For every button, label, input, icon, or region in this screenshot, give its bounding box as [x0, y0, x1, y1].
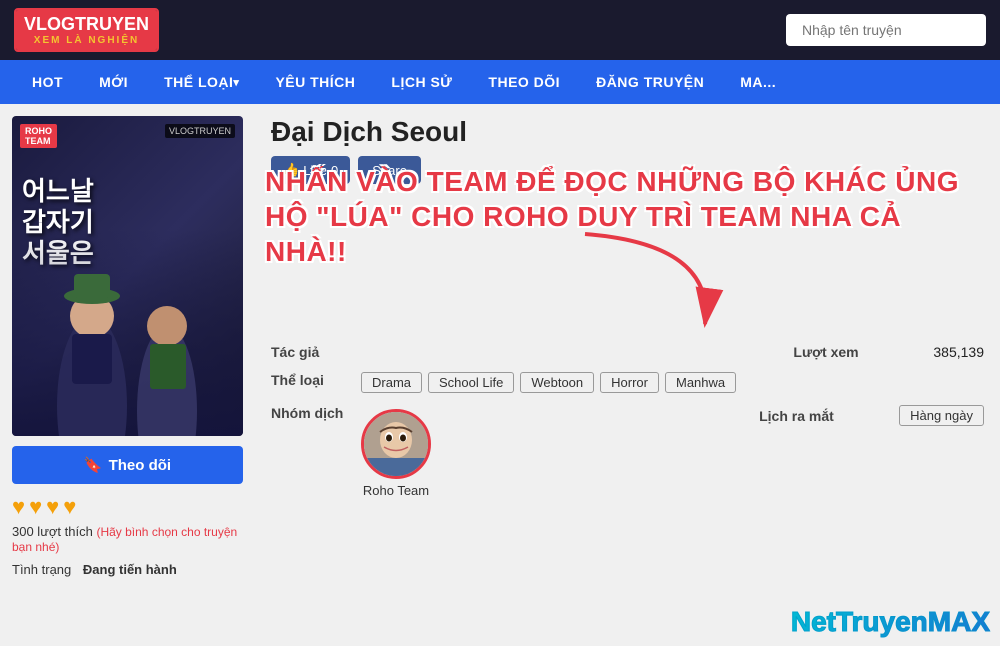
heart-1: ♥	[12, 494, 25, 520]
search-input[interactable]	[786, 14, 986, 46]
status-row: Tình trạng Đang tiến hành	[12, 562, 243, 577]
cover-site-label: VLOGTRUYEN	[165, 124, 235, 138]
genre-webtoon[interactable]: Webtoon	[520, 372, 594, 393]
tinh-trang-value: Đang tiến hành	[83, 562, 177, 577]
nav-yeu-thich[interactable]: YÊU THÍCH	[257, 60, 373, 104]
team-info: Roho Team	[361, 405, 431, 498]
genre-school[interactable]: School Life	[428, 372, 514, 393]
header: VLOGTRUYEN XEM LÀ NGHIỆN	[0, 0, 1000, 60]
logo-wrapper[interactable]: VLOGTRUYEN XEM LÀ NGHIỆN	[14, 8, 159, 52]
lich-ra-mat-group: Lịch ra mắt Hàng ngày	[759, 405, 984, 426]
nav-the-loai[interactable]: THỂ LOẠI	[146, 60, 257, 104]
genre-manhwa[interactable]: Manhwa	[665, 372, 736, 393]
nhom-dich-row: Nhóm dịch	[271, 405, 984, 498]
the-loai-label: Thể loại	[271, 372, 351, 388]
team-name: Roho Team	[363, 483, 429, 498]
luot-xem-label: Lượt xem	[793, 344, 873, 360]
luot-xem-group: Lượt xem 385,139	[793, 344, 984, 360]
tac-gia-label: Tác giả	[271, 344, 351, 360]
vote-count-text: 300 lượt thích	[12, 524, 93, 539]
right-panel: Đại Dịch Seoul 👍 Like 0 Share NHẤN VÀO T…	[255, 104, 1000, 646]
nav-hot[interactable]: HOT	[14, 60, 81, 104]
lich-ra-mat-value: Hàng ngày	[899, 405, 984, 426]
team-avatar-inner	[364, 412, 428, 476]
nav-theo-doi[interactable]: THEO DÕI	[470, 60, 578, 104]
follow-button[interactable]: 🔖 Theo dõi	[12, 446, 243, 484]
luot-xem-value: 385,139	[933, 344, 984, 360]
tac-gia-row: Tác giả Lượt xem 385,139	[271, 344, 984, 360]
nav-lich-su[interactable]: LỊCH SỬ	[373, 60, 470, 104]
team-avatar-svg	[364, 412, 428, 476]
lich-ra-mat-label: Lịch ra mắt	[759, 408, 839, 424]
nhom-dich-label: Nhóm dịch	[271, 405, 351, 421]
follow-label: Theo dõi	[109, 457, 172, 474]
logo-area: VLOGTRUYEN XEM LÀ NGHIỆN	[14, 8, 159, 52]
nav-more[interactable]: MA...	[722, 60, 794, 104]
bookmark-icon: 🔖	[84, 456, 103, 474]
heart-4: ♥	[63, 494, 76, 520]
left-panel: ROHOTEAM VLOGTRUYEN 어느날갑자기서울은	[0, 104, 255, 646]
tinh-trang-label: Tình trạng	[12, 562, 71, 577]
nav-dang-truyen[interactable]: ĐĂNG TRUYỆN	[578, 60, 722, 104]
genre-horror[interactable]: Horror	[600, 372, 659, 393]
info-section: Tác giả Lượt xem 385,139 Thể loại Drama …	[271, 344, 984, 498]
nav: HOT MỚI THỂ LOẠI YÊU THÍCH LỊCH SỬ THEO …	[0, 60, 1000, 104]
nav-moi[interactable]: MỚI	[81, 60, 146, 104]
promo-overlay: NHẤN VÀO TEAM ĐỂ ĐỌC NHỮNG BỘ KHÁC ỦNG H…	[265, 164, 990, 269]
manga-cover: ROHOTEAM VLOGTRUYEN 어느날갑자기서울은	[12, 116, 243, 436]
genre-drama[interactable]: Drama	[361, 372, 422, 393]
heart-3: ♥	[46, 494, 59, 520]
team-avatar[interactable]	[361, 409, 431, 479]
genre-tags: Drama School Life Webtoon Horror Manhwa	[361, 372, 736, 393]
vote-count: 300 lượt thích (Hãy bình chọn cho truyện…	[12, 524, 243, 554]
cover-team-label: ROHOTEAM	[20, 124, 57, 148]
heart-2: ♥	[29, 494, 42, 520]
cover-characters-svg	[12, 216, 243, 436]
the-loai-row: Thể loại Drama School Life Webtoon Horro…	[271, 372, 984, 393]
main-content: ROHOTEAM VLOGTRUYEN 어느날갑자기서울은	[0, 104, 1000, 646]
logo-sub: XEM LÀ NGHIỆN	[24, 35, 149, 46]
watermark: NetTruyenMAX	[791, 606, 990, 638]
hearts-row: ♥ ♥ ♥ ♥	[12, 494, 243, 520]
logo-main: VLOGTRUYEN	[24, 14, 149, 35]
promo-text: NHẤN VÀO TEAM ĐỂ ĐỌC NHỮNG BỘ KHÁC ỦNG H…	[265, 164, 990, 269]
manga-title: Đại Dịch Seoul	[271, 116, 984, 148]
